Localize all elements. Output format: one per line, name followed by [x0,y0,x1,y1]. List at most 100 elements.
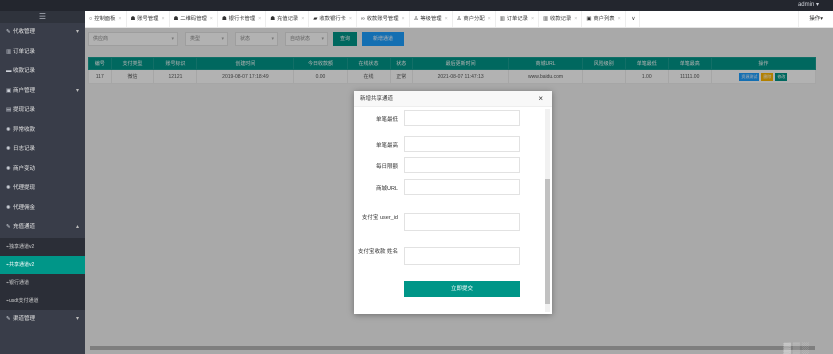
close-icon[interactable]: × [301,16,304,22]
tab-label: 充值记录 [276,16,299,22]
sidebar-subitem[interactable]: ⌁共享通道v2 [0,255,85,274]
tab[interactable]: ▣ 商户列表 × [582,11,626,27]
close-icon[interactable]: × [488,16,491,22]
chart-icon: ▥ [499,16,505,22]
sidebar-item[interactable]: ▤ 提现记录 [0,101,85,121]
close-icon[interactable]: × [402,16,405,22]
text-input[interactable] [404,157,520,173]
field-label: 每日限额 [375,164,398,170]
dialog-scrollbar[interactable] [545,109,550,312]
sidebar-item[interactable]: ✺ 代理佣金 [0,199,85,219]
tab-bar: ○ 控制面板 × ☗ 账号管理 × ☗ 二维码管理 × ☗ 银行卡管理 × ☗ 充值记录 × ▰ 收款银行卡 × ∞… [85,11,833,28]
close-icon[interactable]: × [445,16,448,22]
top-bar: admin ▾ [0,0,833,11]
field-label: 支付宝收款 姓名 [357,249,398,255]
close-icon[interactable]: × [538,91,543,107]
tab-operations-dropdown[interactable]: 操作▾ [798,11,833,27]
home-icon: ○ [89,16,93,22]
sidebar-subitem-label: 共享通道v2 [9,261,35,268]
text-input[interactable] [404,179,520,195]
tab[interactable]: ☗ 账号管理 × [127,11,170,27]
text-input[interactable] [404,110,520,126]
sidebar-item[interactable]: ▥ 订单记录 [0,43,85,63]
sidebar-item[interactable]: ▣ 商户管理 ▾ [0,82,85,102]
tab[interactable]: ☗ 充值记录 × [266,11,310,27]
tab-label: 账号管理 [137,16,159,22]
tab[interactable]: ☗ 二维码管理 × [170,11,218,27]
sidebar-item-label: 订单记录 [13,48,36,55]
sidebar-item[interactable]: ✎ 充值通道 ▴ [0,218,85,238]
chevron-icon: ▾ [75,29,79,35]
scrollbar-thumb[interactable] [545,179,550,304]
chevron-down-icon: ▾ [75,315,79,322]
text-input[interactable] [404,136,520,152]
add-shared-channel-dialog: 新增共享通道 × 单笔最低单笔最高每日限额商城URL 支付宝 user_id 支付宝… [354,91,552,314]
close-icon[interactable]: × [210,16,213,22]
tab[interactable]: ♙ 等级管理 × [410,11,453,27]
close-icon[interactable]: × [574,16,577,22]
sidebar-item[interactable]: ✎ 渠道管理 ▾ [0,310,85,330]
field-label: 单笔最高 [375,143,398,149]
sidebar-subitem[interactable]: ⌁银行通道 [0,273,85,292]
card-icon: ▬ [6,68,12,74]
sidebar-item[interactable]: ▬ 收款记录 [0,62,85,82]
book-icon: ▰ [313,16,318,22]
sidebar-item[interactable]: ✺ 商户变动 [0,160,85,180]
close-icon[interactable]: × [349,16,352,22]
wrench-icon: ✎ [6,315,11,322]
watermark: ▓▒░ [783,343,811,354]
menu-toggle-icon[interactable]: ☰ [0,11,85,23]
text-input[interactable] [404,247,520,265]
sidebar-item-label: 渠道管理 [13,315,36,322]
sidebar-item-label: 代理佣金 [13,204,36,211]
tab-label: 等级管理 [420,16,442,22]
tab-label: 收款账号管理 [366,16,399,22]
sidebar-item-label: 商户管理 [13,87,36,94]
sidebar-item[interactable]: ✺ 日志记录 [0,140,85,160]
tab[interactable]: ∞ 收款账号管理 × [357,11,410,27]
field-label: 商城URL [375,186,398,192]
person-icon: ♙ [413,16,419,22]
sidebar-item-label: 充值通道 [13,224,36,230]
tab-label: 商户列表 [593,16,615,22]
users-icon: ☗ [130,16,136,22]
wrench-icon: ✎ [6,29,11,35]
gear-icon: ✺ [6,126,11,133]
tab-label: 二维码管理 [180,16,207,22]
tab-label: 订单记录 [506,16,528,22]
close-icon[interactable]: × [161,16,164,22]
close-icon[interactable]: × [531,16,534,22]
sidebar-subitem-label: usdt支付通道 [9,297,39,304]
field-label: 支付宝 user_id [361,215,398,221]
tab-more-icon[interactable]: ∨ [627,11,641,27]
close-icon[interactable]: × [118,16,121,22]
sidebar-subitem[interactable]: ⌁独享通道v2 [0,237,85,256]
tab-label: 银行卡管理 [228,16,256,22]
tab[interactable]: ▥ 收款记录 × [539,11,583,27]
tab[interactable]: ☗ 银行卡管理 × [218,11,267,27]
gear-icon: ✺ [6,185,11,191]
dialog-title: 新增共享通道 × [354,91,552,107]
users-icon: ☗ [270,16,275,22]
tab[interactable]: ○ 控制面板 × [85,11,127,27]
tab[interactable]: ▰ 收款银行卡 × [309,11,357,27]
field-label: 单笔最低 [375,117,398,123]
tab-label: 收款银行卡 [319,16,346,22]
wrench-icon: ✎ [6,224,11,230]
sidebar-subitem[interactable]: ⌁usdt支付通道 [0,291,85,310]
close-icon[interactable]: × [258,16,261,22]
sidebar-item[interactable]: ✎ 代收管理 ▾ [0,23,85,43]
submit-button[interactable]: 立即提交 [404,281,520,297]
tab[interactable]: ♙ 商户分配 × [453,11,496,27]
person-icon: ♙ [456,16,462,22]
sidebar-item-label: 异常收款 [13,126,36,133]
text-input[interactable] [404,213,520,231]
sidebar-item[interactable]: ✺ 异常收款 [0,121,85,141]
doc-icon: ▣ [586,16,592,22]
sidebar-item[interactable]: ✺ 代理提现 [0,179,85,199]
gear-icon: ✺ [6,146,11,152]
user-menu[interactable]: admin ▾ [798,1,819,8]
close-icon[interactable]: × [618,16,621,22]
list-icon: ▤ [6,107,12,113]
tab[interactable]: ▥ 订单记录 × [496,11,540,27]
